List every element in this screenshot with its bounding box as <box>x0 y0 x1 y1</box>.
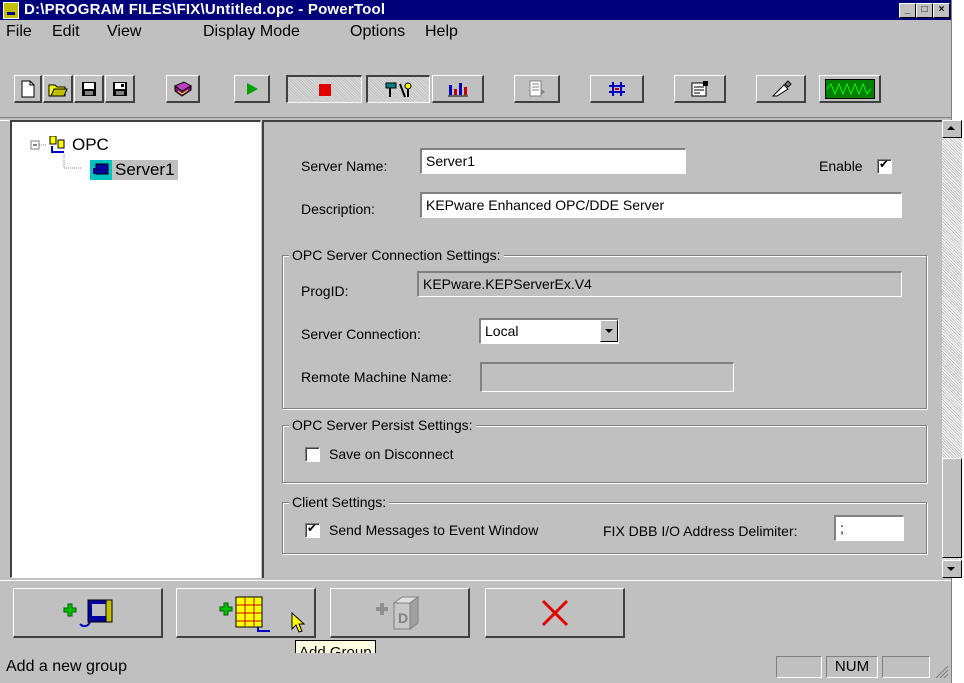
menu-help[interactable]: Help <box>425 23 458 41</box>
new-file-button[interactable] <box>14 75 42 103</box>
server-connection-select[interactable]: Local <box>479 318 619 344</box>
tree-view[interactable]: OPC Server1 <box>10 120 261 578</box>
settings-sheet-icon <box>691 80 708 96</box>
num-lock-indicator: NUM <box>826 656 878 678</box>
description-input[interactable]: KEPware Enhanced OPC/DDE Server <box>420 192 902 218</box>
save-on-disconnect-label: Save on Disconnect <box>329 446 454 462</box>
title-bar[interactable]: D:\PROGRAM FILES\FIX\Untitled.opc - Powe… <box>0 0 951 20</box>
persist-settings-title: OPC Server Persist Settings: <box>289 417 476 433</box>
progid-label: ProgID: <box>301 283 349 299</box>
menu-options[interactable]: Options <box>350 23 405 41</box>
settings-sheet-button[interactable] <box>674 75 726 103</box>
save-as-button[interactable] <box>105 75 135 103</box>
save-icon <box>81 81 96 96</box>
app-icon[interactable] <box>3 2 19 19</box>
add-group-icon <box>219 596 270 632</box>
book-icon <box>173 80 192 97</box>
scroll-thumb[interactable] <box>942 458 962 558</box>
stop-button[interactable] <box>286 75 362 103</box>
enable-label: Enable <box>819 158 863 174</box>
save-on-disconnect-checkbox[interactable] <box>305 447 320 462</box>
svg-text:D: D <box>398 610 408 626</box>
resize-grip-icon[interactable] <box>935 665 949 679</box>
waveform-button[interactable] <box>819 75 881 103</box>
probe-button[interactable] <box>756 75 806 103</box>
menu-display-mode[interactable]: Display Mode <box>203 23 300 41</box>
delete-button[interactable] <box>485 588 625 638</box>
send-messages-label: Send Messages to Event Window <box>329 522 539 538</box>
play-icon <box>246 82 258 95</box>
open-folder-icon <box>48 84 68 96</box>
remote-machine-input[interactable] <box>480 362 734 392</box>
toolbar <box>0 46 951 118</box>
close-button[interactable]: × <box>933 3 950 18</box>
menu-edit[interactable]: Edit <box>52 23 80 41</box>
menu-bar: File Edit View Display Mode Options Help <box>0 20 951 45</box>
chevron-down-icon[interactable] <box>600 320 618 342</box>
tree-item-opc[interactable]: OPC <box>72 135 109 155</box>
properties-icon <box>529 80 545 96</box>
send-messages-checkbox[interactable] <box>305 521 320 538</box>
status-bar: Add a new group NUM <box>0 653 951 683</box>
status-panel-empty <box>776 656 822 678</box>
run-button[interactable] <box>234 75 270 103</box>
stop-icon <box>318 83 331 96</box>
scroll-down-button[interactable] <box>942 560 962 578</box>
properties-button[interactable] <box>514 75 560 103</box>
enable-checkbox[interactable] <box>877 157 892 174</box>
mouse-cursor-icon <box>291 612 306 633</box>
tools-button[interactable] <box>366 75 430 103</box>
server-name-input[interactable]: Server1 <box>420 148 686 174</box>
status-panel-empty-2 <box>882 656 930 678</box>
new-file-icon <box>21 80 34 97</box>
action-bar: D <box>0 580 951 651</box>
menu-file[interactable]: File <box>6 23 32 41</box>
network-button[interactable] <box>590 75 644 103</box>
bar-chart-icon <box>447 82 468 96</box>
delete-icon <box>541 599 568 626</box>
server-icon <box>90 160 112 180</box>
menu-view[interactable]: View <box>107 23 141 41</box>
scrollbar-track[interactable] <box>942 120 962 578</box>
description-label: Description: <box>301 201 375 217</box>
add-server-icon <box>63 599 112 627</box>
server-name-label: Server Name: <box>301 158 388 174</box>
tools-icon <box>385 82 411 97</box>
server-connection-value: Local <box>485 323 519 339</box>
add-item-icon: D <box>375 595 419 630</box>
server-properties-pane: Server Name: Server1 Enable Description:… <box>262 120 942 578</box>
scroll-up-button[interactable] <box>942 120 962 138</box>
add-server-button[interactable] <box>13 588 163 638</box>
status-text: Add a new group <box>6 658 127 675</box>
remote-machine-label: Remote Machine Name: <box>301 369 452 385</box>
save-as-icon <box>112 81 127 96</box>
server-connection-label: Server Connection: <box>301 326 421 342</box>
window-title: D:\PROGRAM FILES\FIX\Untitled.opc - Powe… <box>24 1 386 18</box>
chart-button[interactable] <box>432 75 484 103</box>
network-icon <box>608 81 625 96</box>
save-button[interactable] <box>74 75 104 103</box>
connection-settings-title: OPC Server Connection Settings: <box>289 247 504 263</box>
delimiter-input[interactable]: ; <box>834 515 904 541</box>
book-button[interactable] <box>166 75 200 103</box>
client-settings-title: Client Settings: <box>289 494 390 510</box>
probe-icon <box>771 79 792 96</box>
opc-icon <box>49 136 65 153</box>
progid-field: KEPware.KEPServerEx.V4 <box>417 271 902 297</box>
tree-item-server1[interactable]: Server1 <box>112 160 178 180</box>
waveform-icon <box>824 78 875 99</box>
maximize-button[interactable]: □ <box>916 3 933 18</box>
minimize-button[interactable]: _ <box>899 3 916 18</box>
open-button[interactable] <box>43 75 73 103</box>
add-item-button[interactable]: D <box>330 588 470 638</box>
delimiter-label: FIX DBB I/O Address Delimiter: <box>603 523 798 539</box>
